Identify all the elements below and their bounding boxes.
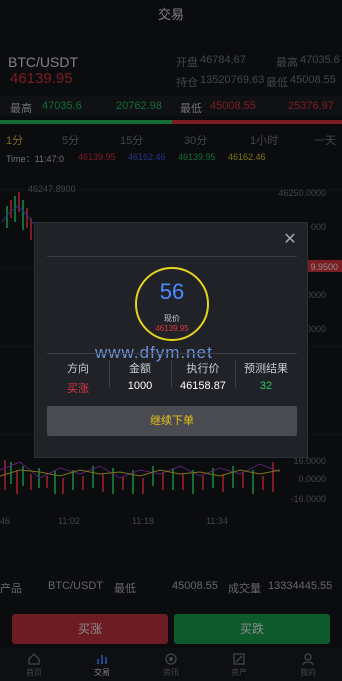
countdown-circle: 56 现价 46139.95: [135, 267, 209, 341]
col-header: 预测结果: [244, 363, 288, 375]
col-header: 方向: [67, 363, 89, 375]
col-header: 金额: [129, 363, 151, 375]
prediction-col: 预测结果 32: [235, 354, 297, 394]
current-price-value: 46139.95: [155, 324, 189, 333]
modal-divider: [47, 256, 297, 257]
current-price-label: 现价: [164, 314, 180, 323]
direction-value: 买涨: [67, 383, 89, 395]
exec-price-value: 46158.87: [180, 380, 226, 392]
amount-col: 金额 1000: [109, 354, 171, 394]
countdown-value: 56: [159, 279, 185, 304]
col-header: 执行价: [186, 363, 220, 375]
order-detail-table: 方向 买涨 金额 1000 执行价 46158.87 预测结果 32: [47, 353, 297, 395]
order-result-modal: ✕ 56 现价 46139.95 www.dfym.net 方向 买涨 金额 1…: [34, 222, 308, 458]
continue-order-button[interactable]: 继续下单: [47, 406, 297, 436]
direction-col: 方向 买涨: [47, 354, 109, 395]
amount-value: 1000: [127, 380, 153, 392]
prediction-value: 32: [259, 380, 273, 392]
close-icon[interactable]: ✕: [283, 232, 297, 248]
exec-price-col: 执行价 46158.87: [171, 354, 235, 394]
